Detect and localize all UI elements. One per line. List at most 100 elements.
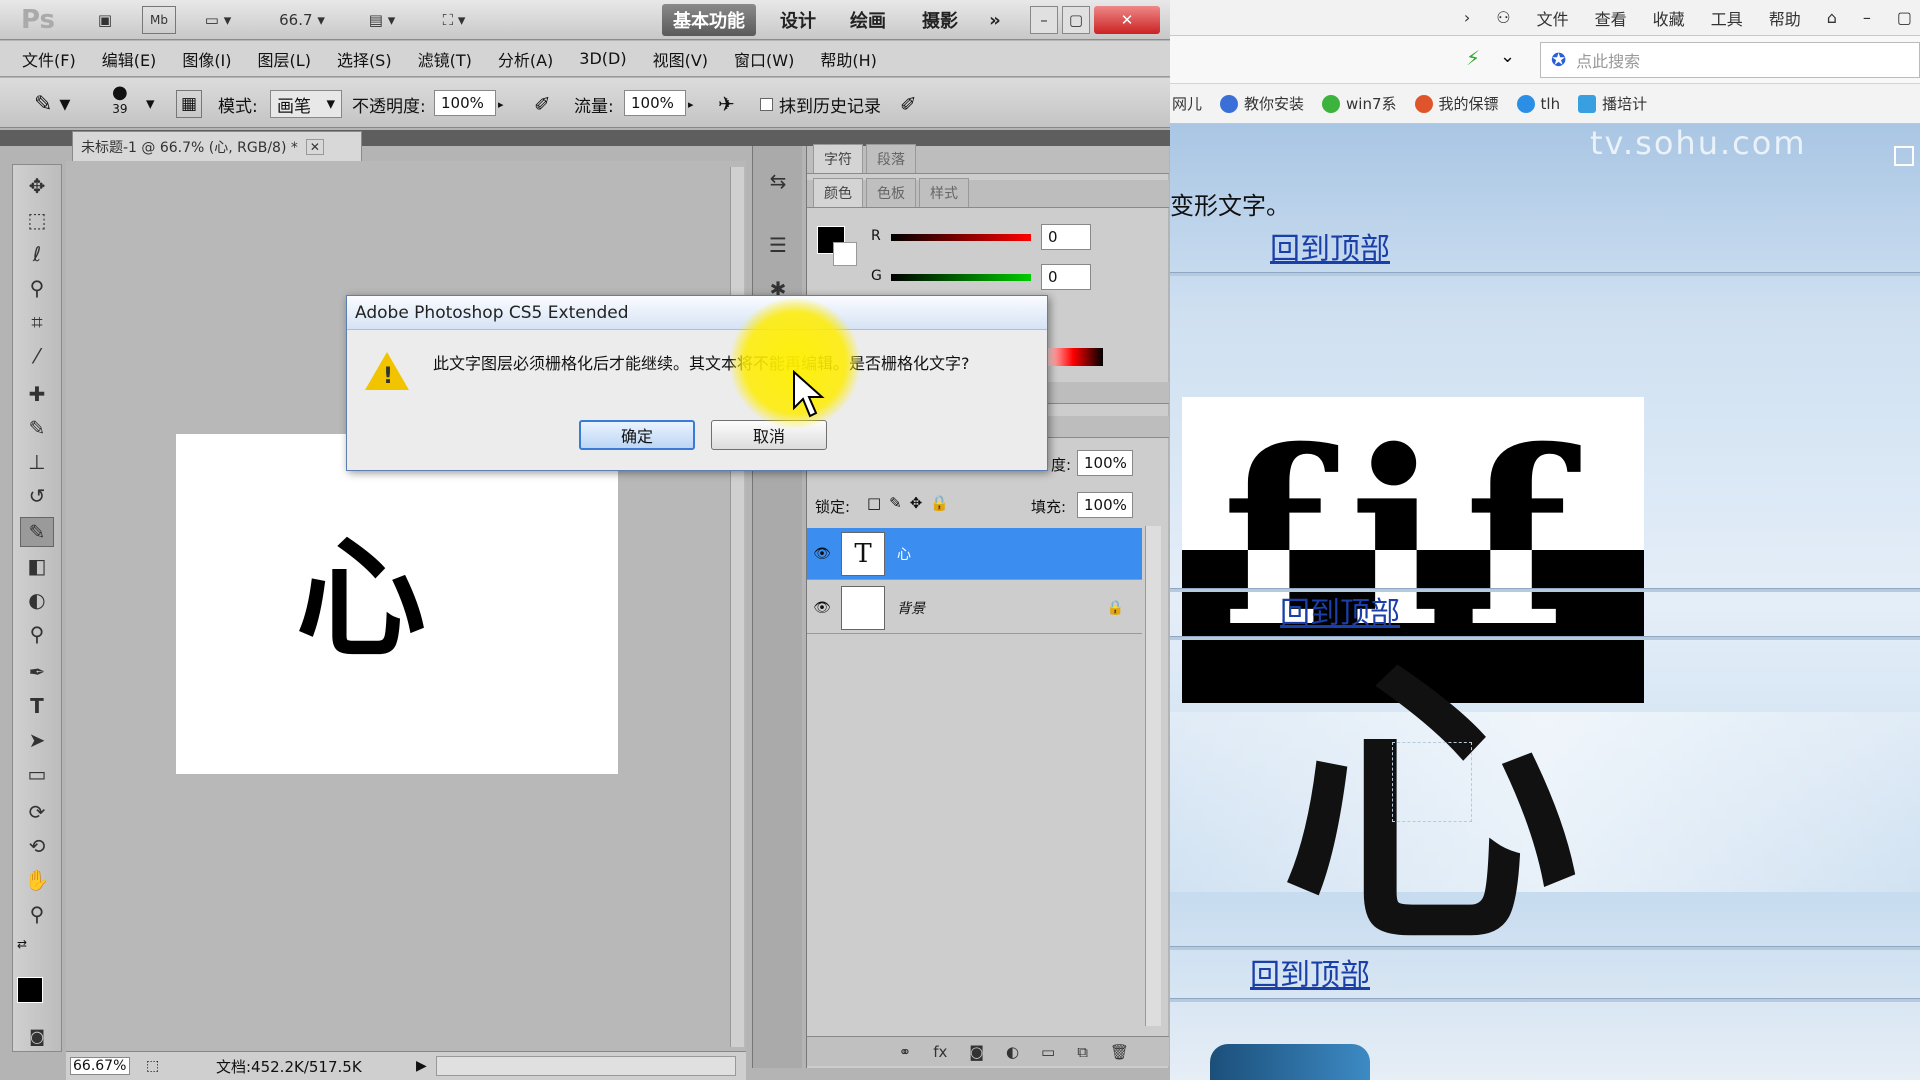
hand-tool-icon[interactable]: ✋ xyxy=(20,865,54,895)
status-menu-arrow-icon[interactable]: ▶ xyxy=(416,1058,427,1074)
history-checkbox[interactable] xyxy=(760,97,773,111)
user-icon[interactable]: ⚇ xyxy=(1496,8,1510,27)
3d-rotate-tool-icon[interactable]: ⟳ xyxy=(20,797,54,827)
new-layer-icon[interactable]: ⧉ xyxy=(1077,1043,1088,1061)
workspace-essentials-button[interactable]: 基本功能 xyxy=(662,4,756,36)
swap-colors-icon[interactable]: ⇄ xyxy=(17,937,27,951)
menu-edit[interactable]: 编辑(E) xyxy=(89,47,170,71)
view-extras-icon[interactable]: ▭ ▾ xyxy=(196,6,240,34)
menu-3d[interactable]: 3D(D) xyxy=(566,49,639,68)
zoom-tool-icon[interactable]: ⚲ xyxy=(20,899,54,929)
horizontal-scrollbar[interactable] xyxy=(436,1056,736,1076)
tab-styles[interactable]: 样式 xyxy=(919,178,969,207)
flow-input[interactable]: 100% xyxy=(624,90,686,116)
browser-menu-help[interactable]: 帮助 xyxy=(1769,6,1801,30)
back-to-top-link-3[interactable]: 回到顶部 xyxy=(1250,950,1370,994)
crop-tool-icon[interactable]: ⌗ xyxy=(20,307,54,337)
visibility-eye-icon[interactable]: 👁 xyxy=(807,546,837,562)
path-selection-tool-icon[interactable]: ➤ xyxy=(20,725,54,755)
screen-mode-icon[interactable]: ⛶ ▾ xyxy=(432,6,476,34)
bookmark-4[interactable]: 我的保镖 xyxy=(1414,93,1499,114)
brush-tool-icon[interactable]: ✎ xyxy=(20,517,54,547)
browser-menu-favorites[interactable]: 收藏 xyxy=(1653,6,1685,30)
delete-layer-icon[interactable]: 🗑 xyxy=(1110,1043,1129,1061)
3d-orbit-tool-icon[interactable]: ⟲ xyxy=(20,831,54,861)
opacity-input[interactable]: 100% xyxy=(434,90,496,116)
type-tool-icon[interactable]: T xyxy=(20,691,54,721)
bookmark-2[interactable]: 教你安装 xyxy=(1220,93,1304,114)
menu-layer[interactable]: 图层(L) xyxy=(245,47,324,71)
mode-select[interactable]: 画笔 ▾ xyxy=(270,90,342,118)
dodge-tool-icon[interactable]: ⚲ xyxy=(20,619,54,649)
lock-options-icons[interactable]: □✎✥🔒 xyxy=(867,494,957,512)
bookmark-5[interactable]: tlh xyxy=(1516,94,1560,113)
browser-search-box[interactable]: ✪ 点此搜索 xyxy=(1540,42,1920,78)
gradient-tool-icon[interactable]: ◐ xyxy=(20,585,54,615)
address-dropdown-icon[interactable]: ⌄ xyxy=(1500,46,1515,67)
menu-window[interactable]: 窗口(W) xyxy=(721,47,807,71)
tab-swatches[interactable]: 色板 xyxy=(866,178,916,207)
lightning-icon[interactable]: ⚡ xyxy=(1466,46,1480,70)
shape-tool-icon[interactable]: ▭ xyxy=(20,759,54,789)
flow-slider-arrow-icon[interactable]: ▸ xyxy=(688,90,694,118)
workspace-painting-button[interactable]: 绘画 xyxy=(840,4,896,36)
tablet-opacity-pressure-icon[interactable]: ✐ xyxy=(534,90,551,118)
brush-panel-icon[interactable]: ▦ xyxy=(176,90,202,118)
brush-tool-preset-icon[interactable]: ✎ ▾ xyxy=(34,90,70,118)
workspace-photography-button[interactable]: 摄影 xyxy=(912,4,968,36)
eyedropper-tool-icon[interactable]: ⁄ xyxy=(20,341,54,371)
dialog-ok-button[interactable]: 确定 xyxy=(579,420,695,450)
back-to-top-link-1[interactable]: 回到顶部 xyxy=(1270,224,1390,268)
mini-bridge-icon[interactable]: Mb xyxy=(142,6,176,34)
history-brush-tool-icon[interactable]: ↺ xyxy=(20,481,54,511)
pen-tool-icon[interactable]: ✒ xyxy=(20,657,54,687)
browser-menu-tools[interactable]: 工具 xyxy=(1711,6,1743,30)
close-button[interactable]: ✕ xyxy=(1094,6,1160,34)
color-spectrum-bar[interactable] xyxy=(1043,348,1103,366)
browser-menu-view[interactable]: 查看 xyxy=(1595,6,1627,30)
color-r-slider[interactable] xyxy=(891,234,1031,241)
menu-view[interactable]: 视图(V) xyxy=(640,47,721,71)
document-canvas[interactable]: 心 xyxy=(176,434,618,774)
menu-select[interactable]: 选择(S) xyxy=(324,47,405,71)
color-g-slider[interactable] xyxy=(891,274,1031,281)
color-g-input[interactable]: 0 xyxy=(1041,264,1091,290)
browser-minimize-icon[interactable]: – xyxy=(1863,8,1871,27)
shirt-icon[interactable]: ⌂ xyxy=(1827,8,1837,27)
arrange-documents-icon[interactable]: ▤ ▾ xyxy=(360,6,404,34)
workspace-more-button[interactable]: » xyxy=(978,4,1012,36)
foreground-color-swatch[interactable] xyxy=(17,977,43,1003)
zoom-level-field[interactable]: 66.7 ▾ xyxy=(272,6,332,34)
adjustment-layer-icon[interactable]: ◐ xyxy=(1006,1043,1019,1061)
healing-brush-tool-icon[interactable]: ✚ xyxy=(20,379,54,409)
menu-image[interactable]: 图像(I) xyxy=(169,47,244,71)
menu-file[interactable]: 文件(F) xyxy=(0,47,89,71)
eraser-tool-icon[interactable]: ◧ xyxy=(20,551,54,581)
move-tool-icon[interactable]: ✥ xyxy=(20,171,54,201)
visibility-eye-icon[interactable]: 👁 xyxy=(807,600,837,616)
brush-size-dropdown-icon[interactable]: ▾ xyxy=(146,90,155,118)
layers-scrollbar[interactable] xyxy=(1145,526,1161,1026)
actions-panel-icon[interactable]: ☰ xyxy=(761,230,795,260)
bookmark-6[interactable]: 播培计 xyxy=(1578,93,1647,114)
menu-analysis[interactable]: 分析(A) xyxy=(485,47,566,71)
airbrush-icon[interactable]: ✈ xyxy=(718,90,735,118)
history-checkbox-row[interactable]: 抹到历史记录 xyxy=(760,90,881,118)
status-zoom[interactable]: 66.67% xyxy=(70,1057,130,1075)
layer-style-icon[interactable]: fx xyxy=(933,1043,947,1061)
color-panel-background-swatch[interactable] xyxy=(833,242,857,266)
new-group-icon[interactable]: ▭ xyxy=(1041,1043,1055,1061)
popout-icon[interactable] xyxy=(1894,146,1914,166)
browser-menu-file[interactable]: 文件 xyxy=(1537,6,1569,30)
tab-paragraph[interactable]: 段落 xyxy=(866,144,916,173)
workspace-design-button[interactable]: 设计 xyxy=(770,4,826,36)
brush-size-picker[interactable]: ● 39 xyxy=(112,84,128,117)
bookmark-1[interactable]: 网儿 xyxy=(1172,93,1202,114)
tablet-size-pressure-icon[interactable]: ✐ xyxy=(900,90,917,118)
marquee-tool-icon[interactable]: ⬚ xyxy=(20,205,54,235)
layer-mask-icon[interactable]: ◙ xyxy=(969,1043,984,1061)
link-layers-icon[interactable]: ⚭ xyxy=(899,1043,912,1061)
document-tab[interactable]: 未标题-1 @ 66.7% (心, RGB/8) * ✕ xyxy=(72,131,362,161)
bookmark-3[interactable]: win7系 xyxy=(1322,93,1397,114)
menu-help[interactable]: 帮助(H) xyxy=(807,47,890,71)
